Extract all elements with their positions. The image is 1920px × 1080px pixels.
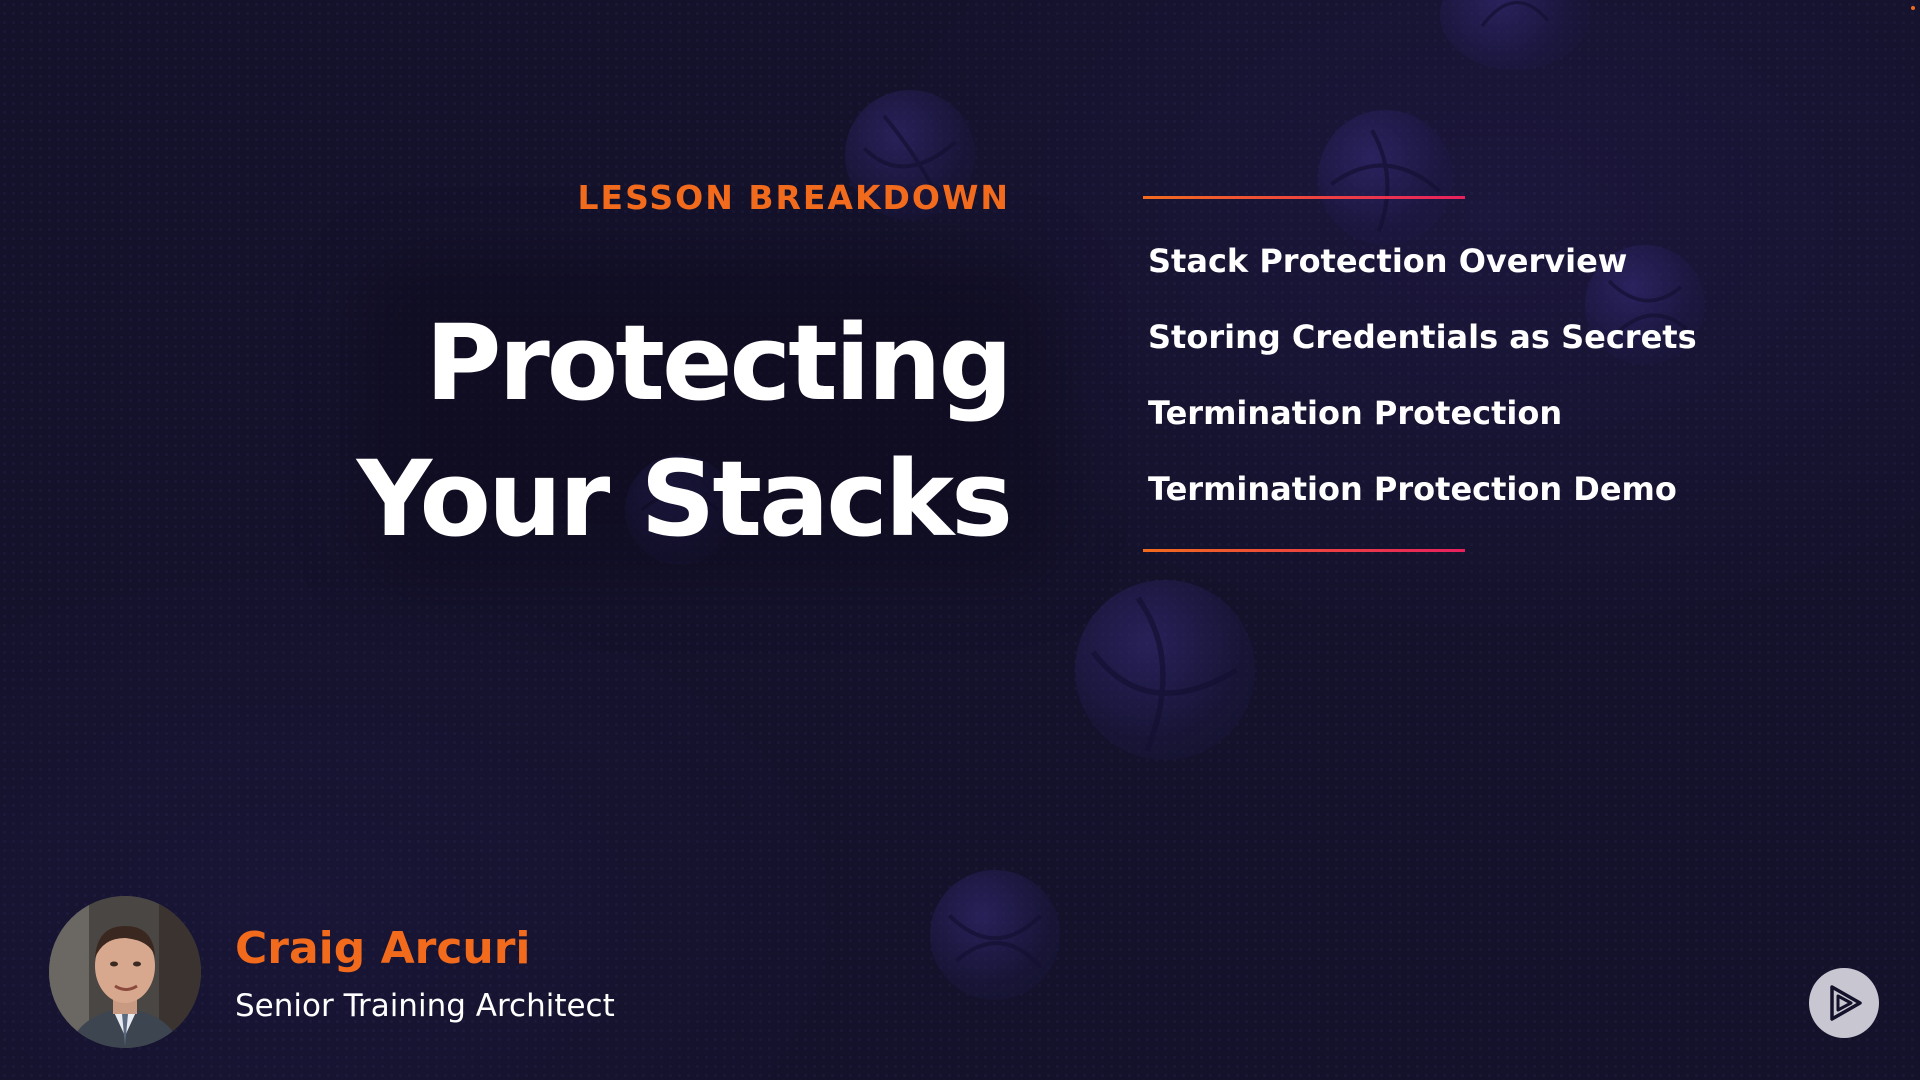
topic-item-stack-protection-overview: Stack Protection Overview [1148,242,1628,280]
decorative-orb [1318,110,1453,245]
topic-list: Stack Protection Overview Storing Creden… [1148,236,1697,540]
presenter-name: Craig Arcuri [235,923,531,974]
avatar [49,896,201,1048]
title-line-2: Your Stacks [356,438,1013,560]
section-label: LESSON BREAKDOWN [577,178,1010,217]
orb-swirl-icon [948,914,1042,969]
presenter-photo-icon [49,896,201,1048]
brand-logo-button[interactable] [1809,968,1879,1038]
topic-item-termination-protection: Termination Protection [1148,394,1563,432]
topic-item-storing-credentials: Storing Credentials as Secrets [1148,318,1697,356]
orb-swirl-icon [1480,0,1550,27]
title-line-1: Protecting [425,302,1013,424]
presenter-title: Senior Training Architect [235,988,615,1024]
topics-divider-top [1143,196,1465,199]
decorative-orb [930,870,1060,1000]
slide-stage: LESSON BREAKDOWN Protecting Your Stacks … [0,0,1920,1080]
orb-swirl-icon [1090,596,1239,753]
corner-indicator-dot [1911,6,1915,10]
orb-swirl-icon [1330,129,1441,233]
topic-item-termination-protection-demo: Termination Protection Demo [1148,470,1677,508]
play-logo-icon [1830,985,1862,1021]
decorative-orb [1075,580,1255,760]
topics-divider-bottom [1143,549,1465,552]
decorative-orb [1440,0,1590,70]
page-title: Protecting Your Stacks [356,295,1013,567]
